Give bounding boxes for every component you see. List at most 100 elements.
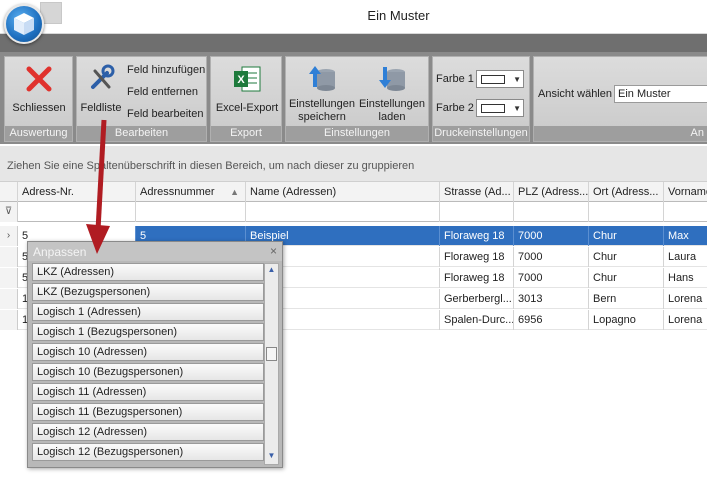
close-x-icon	[26, 66, 52, 92]
cell-ort[interactable]: Bern	[589, 289, 664, 309]
field-list-item[interactable]: Logisch 12 (Bezugspersonen)	[32, 443, 264, 461]
filter-cell-plz[interactable]	[514, 202, 589, 222]
schliessen-label: Schliessen	[12, 102, 66, 114]
field-list-item[interactable]: Logisch 10 (Bezugspersonen)	[32, 363, 264, 381]
excel-export-button[interactable]: X Excel-Export	[213, 63, 281, 115]
group-by-hint: Ziehen Sie eine Spaltenüberschrift in di…	[7, 160, 415, 172]
app-menu-button[interactable]	[4, 4, 44, 44]
farbe1-label: Farbe 1	[436, 73, 474, 85]
field-list-item[interactable]: LKZ (Adressen)	[32, 263, 264, 281]
ribbon-tab-strip	[0, 34, 707, 52]
feld-entfernen-button[interactable]: Feld entfernen	[127, 86, 198, 98]
feldliste-button[interactable]: Feldliste	[79, 63, 123, 115]
annotation-arrow-icon	[86, 119, 110, 254]
header-corner	[0, 182, 18, 202]
svg-text:X: X	[237, 74, 245, 86]
einstellungen-laden-label-2: laden	[378, 111, 406, 123]
group-label-ansicht: An	[534, 126, 707, 141]
scroll-thumb[interactable]	[266, 347, 277, 361]
filter-cell-strasse[interactable]	[440, 202, 514, 222]
ansicht-select[interactable]: Ein Muster	[614, 85, 707, 103]
cell-vorname[interactable]: Laura	[664, 247, 707, 267]
row-indicator	[0, 247, 18, 267]
group-einstellungen: Einstellungen speichern Einstellungen la…	[285, 56, 429, 142]
einstellungen-speichern-label-1: Einstellungen	[288, 98, 356, 110]
tools-icon	[91, 64, 115, 89]
dialog-header[interactable]: Anpassen ×	[28, 242, 282, 261]
cell-vorname[interactable]: Lorena	[664, 289, 707, 309]
farbe2-label: Farbe 2	[436, 102, 474, 114]
column-header-adressnummer[interactable]: Adressnummer ▲	[136, 182, 246, 202]
cell-strasse[interactable]: Floraweg 18	[440, 226, 514, 246]
dialog-title: Anpassen	[33, 245, 87, 259]
anpassen-dialog: Anpassen × LKZ (Adressen) LKZ (Bezugsper…	[27, 241, 283, 468]
column-header-ort[interactable]: Ort (Adress...	[589, 182, 664, 202]
column-header-name[interactable]: Name (Adressen)	[246, 182, 440, 202]
ansicht-select-value: Ein Muster	[618, 88, 671, 100]
field-list-item[interactable]: Logisch 11 (Bezugspersonen)	[32, 403, 264, 421]
cell-plz[interactable]: 7000	[514, 247, 589, 267]
column-header-plz[interactable]: PLZ (Adress...	[514, 182, 589, 202]
cell-plz[interactable]: 7000	[514, 268, 589, 288]
filter-cell-name[interactable]	[246, 202, 440, 222]
schliessen-button[interactable]: Schliessen	[7, 63, 71, 115]
field-list-item[interactable]: Logisch 11 (Adressen)	[32, 383, 264, 401]
scroll-down-icon[interactable]: ▼	[265, 451, 278, 463]
farbe1-picker[interactable]: ▼	[476, 70, 524, 88]
database-load-icon	[379, 67, 405, 91]
ansicht-waehlen-label: Ansicht wählen	[538, 88, 612, 100]
chevron-down-icon: ▼	[513, 104, 521, 113]
close-icon[interactable]: ×	[270, 244, 277, 258]
cell-plz[interactable]: 3013	[514, 289, 589, 309]
cell-vorname[interactable]: Lorena	[664, 310, 707, 330]
column-header-vorname[interactable]: Vorname	[664, 182, 707, 202]
cell-plz[interactable]: 6956	[514, 310, 589, 330]
group-auswertung: Schliessen Auswertung	[4, 56, 73, 142]
excel-export-label: Excel-Export	[215, 102, 279, 114]
cell-strasse[interactable]: Gerberbergl...	[440, 289, 514, 309]
einstellungen-speichern-label-2: speichern	[298, 111, 346, 123]
field-list: LKZ (Adressen) LKZ (Bezugspersonen) Logi…	[32, 263, 264, 463]
einstellungen-speichern-button[interactable]: Einstellungen speichern	[288, 63, 356, 124]
row-indicator	[0, 268, 18, 288]
filter-icon[interactable]: ⊽	[0, 202, 18, 222]
cell-ort[interactable]: Chur	[589, 226, 664, 246]
group-ansicht: Ansicht wählen Ein Muster An	[533, 56, 707, 142]
feld-bearbeiten-button[interactable]: Feld bearbeiten	[127, 108, 203, 120]
group-export: X Excel-Export Export	[210, 56, 282, 142]
filter-cell-vorname[interactable]	[664, 202, 707, 222]
filter-cell-adressnummer[interactable]	[136, 202, 246, 222]
cell-strasse[interactable]: Spalen-Durc...	[440, 310, 514, 330]
field-list-item[interactable]: Logisch 1 (Bezugspersonen)	[32, 323, 264, 341]
scroll-up-icon[interactable]: ▲	[265, 265, 278, 277]
einstellungen-laden-button[interactable]: Einstellungen laden	[358, 63, 426, 124]
field-list-item[interactable]: Logisch 12 (Adressen)	[32, 423, 264, 441]
filter-cell-ort[interactable]	[589, 202, 664, 222]
cell-strasse[interactable]: Floraweg 18	[440, 247, 514, 267]
row-indicator-icon: ›	[0, 226, 18, 246]
cell-ort[interactable]: Lopagno	[589, 310, 664, 330]
group-label-export: Export	[211, 126, 281, 141]
window-title: Ein Muster	[367, 8, 430, 23]
group-label-einstellungen: Einstellungen	[286, 126, 428, 141]
cell-ort[interactable]: Chur	[589, 268, 664, 288]
cube-icon	[14, 13, 34, 35]
group-label-druckeinstellungen: Druckeinstellungen	[433, 126, 529, 141]
cell-vorname[interactable]: Hans	[664, 268, 707, 288]
column-header-strasse[interactable]: Strasse (Ad...	[440, 182, 514, 202]
chevron-down-icon: ▼	[513, 75, 521, 84]
einstellungen-laden-label-1: Einstellungen	[358, 98, 426, 110]
cell-plz[interactable]: 7000	[514, 226, 589, 246]
sort-ascending-icon: ▲	[230, 187, 239, 197]
excel-icon: X	[234, 66, 261, 92]
farbe2-picker[interactable]: ▼	[476, 99, 524, 117]
cell-strasse[interactable]: Floraweg 18	[440, 268, 514, 288]
field-list-item[interactable]: Logisch 10 (Adressen)	[32, 343, 264, 361]
field-list-scrollbar[interactable]: ▲ ▼	[264, 263, 279, 465]
cell-vorname[interactable]: Max	[664, 226, 707, 246]
title-bar: Ein Muster	[0, 0, 707, 34]
feld-hinzufuegen-button[interactable]: Feld hinzufügen	[127, 64, 205, 76]
field-list-item[interactable]: Logisch 1 (Adressen)	[32, 303, 264, 321]
field-list-item[interactable]: LKZ (Bezugspersonen)	[32, 283, 264, 301]
cell-ort[interactable]: Chur	[589, 247, 664, 267]
